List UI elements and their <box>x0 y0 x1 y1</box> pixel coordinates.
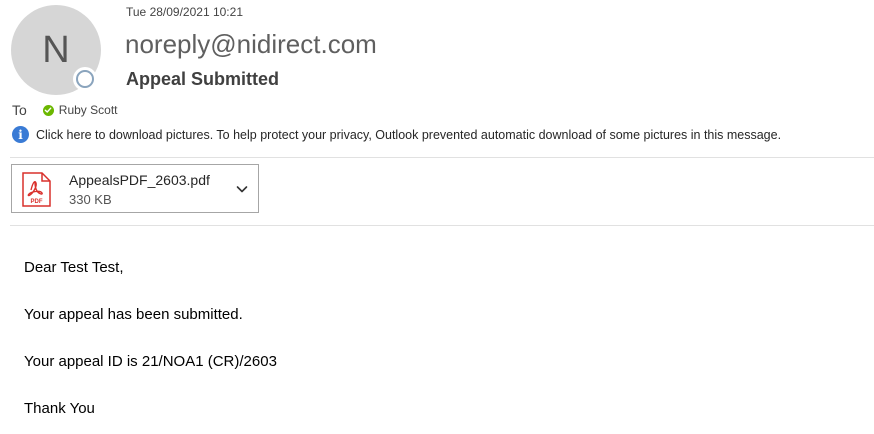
download-pictures-bar[interactable]: i Click here to download pictures. To he… <box>12 126 781 143</box>
pdf-icon-label: PDF <box>31 199 43 205</box>
to-label: To <box>12 102 27 118</box>
body-signoff: Thank You <box>24 400 95 417</box>
message-timestamp: Tue 28/09/2021 10:21 <box>126 5 243 19</box>
body-line-submitted: Your appeal has been submitted. <box>24 306 243 323</box>
checkmark-status-icon <box>42 104 54 116</box>
message-subject: Appeal Submitted <box>126 69 280 89</box>
attachment-size: 330 KB <box>69 192 112 207</box>
chevron-down-icon[interactable] <box>235 182 249 196</box>
attachment-card[interactable]: PDF AppealsPDF_2603.pdf 330 KB <box>11 164 259 213</box>
sender-address[interactable]: noreply@nidirect.com <box>125 29 377 60</box>
info-icon: i <box>12 126 29 143</box>
recipients-row: To Ruby Scott <box>12 102 118 118</box>
body-line-appeal-id: Your appeal ID is 21/NOA1 (CR)/2603 <box>24 353 277 370</box>
body-greeting: Dear Test Test, <box>24 259 124 276</box>
presence-status-icon <box>73 67 97 91</box>
attachment-divider <box>10 225 874 226</box>
avatar-initial: N <box>42 28 70 71</box>
header-divider <box>10 157 874 158</box>
pdf-file-icon: PDF <box>22 172 51 207</box>
recipient-name[interactable]: Ruby Scott <box>59 103 118 117</box>
attachment-filename[interactable]: AppealsPDF_2603.pdf <box>69 172 210 188</box>
download-pictures-text[interactable]: Click here to download pictures. To help… <box>36 128 781 142</box>
